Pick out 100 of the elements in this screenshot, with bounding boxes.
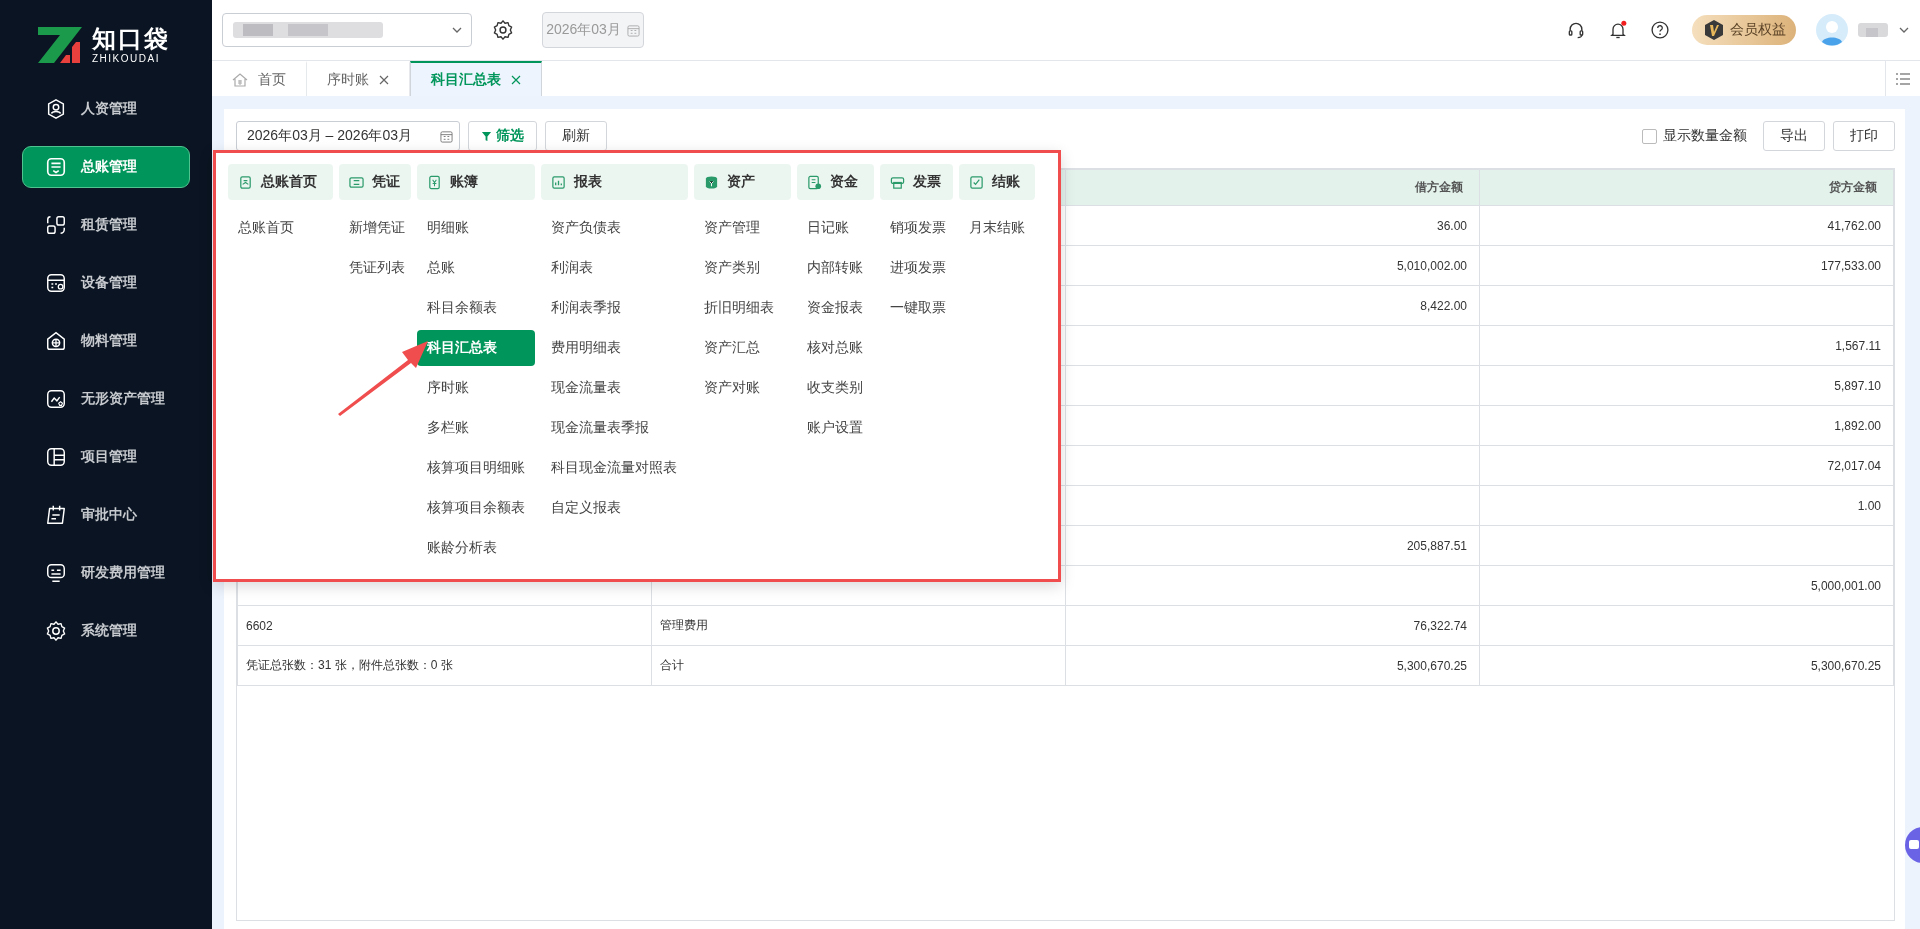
close-icon[interactable]	[379, 74, 389, 85]
menu-item[interactable]: 费用明细表	[541, 330, 688, 366]
menu-category: 资金	[797, 164, 874, 200]
menu-category: 账簿	[417, 164, 535, 200]
table-cell: 76,322.74	[1065, 605, 1480, 646]
menu-item[interactable]: 月末结账	[959, 210, 1035, 246]
sidebar-item[interactable]: 物料管理	[22, 320, 190, 362]
table-cell: 41,762.00	[1479, 205, 1894, 246]
book-icon	[427, 174, 442, 190]
menu-item[interactable]: 账龄分析表	[417, 530, 535, 566]
bell-icon[interactable]	[1608, 20, 1628, 40]
menu-item[interactable]: 日记账	[797, 210, 874, 246]
menu-category: 总账首页	[228, 164, 333, 200]
bar-chart-icon	[551, 174, 566, 190]
menu-item[interactable]: 账户设置	[797, 410, 874, 446]
menu-item[interactable]: 凭证列表	[339, 250, 411, 286]
sidebar-item[interactable]: 审批中心	[22, 494, 190, 536]
table-cell: 管理费用	[651, 605, 1066, 646]
menu-item[interactable]: 总账	[417, 250, 535, 286]
sidebar-item[interactable]: 租赁管理	[22, 204, 190, 246]
menu-item[interactable]: 核算项目余额表	[417, 490, 535, 526]
table-cell: 6602	[237, 605, 652, 646]
filter-button[interactable]: 筛选	[468, 121, 537, 151]
blurred-user-name	[1858, 20, 1888, 40]
menu-item[interactable]: 资产对账	[694, 370, 791, 406]
sidebar-item[interactable]: 设备管理	[22, 262, 190, 304]
sidebar-item[interactable]: 无形资产管理	[22, 378, 190, 420]
sidebar-item[interactable]: 研发费用管理	[22, 552, 190, 594]
menu-item[interactable]: 销项发票	[880, 210, 953, 246]
menu-item[interactable]: 利润表	[541, 250, 688, 286]
sidebar-item[interactable]: 总账管理	[22, 146, 190, 188]
checkbox[interactable]	[1642, 128, 1657, 144]
document-icon	[807, 174, 822, 190]
tab[interactable]: 首页	[212, 61, 307, 96]
table-cell: 1,567.11	[1479, 325, 1894, 366]
menu-item[interactable]: 资产汇总	[694, 330, 791, 366]
table-cell: 72,017.04	[1479, 445, 1894, 486]
menu-item[interactable]: 内部转账	[797, 250, 874, 286]
hexagon-v-icon	[1704, 19, 1724, 41]
device-icon	[45, 272, 67, 294]
menu-item[interactable]: 科目现金流量对照表	[541, 450, 688, 486]
menu-item[interactable]: 科目汇总表	[417, 330, 535, 366]
table-cell: 合计	[651, 645, 1066, 686]
menu-item[interactable]: 一键取票	[880, 290, 953, 326]
export-button[interactable]: 导出	[1763, 121, 1825, 151]
column-header: 贷方金额	[1479, 169, 1894, 206]
settings-icon[interactable]	[492, 19, 514, 41]
menu-item[interactable]: 资金报表	[797, 290, 874, 326]
home-icon	[232, 71, 248, 88]
menu-item[interactable]: 资产负债表	[541, 210, 688, 246]
menu-item[interactable]: 明细账	[417, 210, 535, 246]
print-button[interactable]: 打印	[1833, 121, 1895, 151]
close-icon[interactable]	[511, 74, 521, 85]
menu-item[interactable]: 核对总账	[797, 330, 874, 366]
menu-item[interactable]: 现金流量表	[541, 370, 688, 406]
table-cell: 36.00	[1065, 205, 1480, 246]
help-icon[interactable]	[1650, 20, 1670, 40]
table-cell: 5,300,670.25	[1065, 645, 1480, 686]
calendar-icon	[45, 504, 67, 526]
table-cell: 5,000,001.00	[1479, 565, 1894, 606]
menu-item[interactable]: 总账首页	[228, 210, 333, 246]
menu-item[interactable]: 科目余额表	[417, 290, 535, 326]
headset-icon[interactable]	[1566, 20, 1586, 40]
menu-item[interactable]: 资产管理	[694, 210, 791, 246]
table-cell: 177,533.00	[1479, 245, 1894, 286]
table-cell: 1.00	[1479, 485, 1894, 526]
menu-item[interactable]: 进项发票	[880, 250, 953, 286]
menu-item[interactable]: 核算项目明细账	[417, 450, 535, 486]
logo-name: 知口袋	[92, 25, 170, 53]
menu-item[interactable]: 序时账	[417, 370, 535, 406]
menu-item[interactable]: 多栏账	[417, 410, 535, 446]
checkbox-label: 显示数量金额	[1663, 127, 1747, 145]
member-benefits-button[interactable]: 会员权益	[1692, 15, 1796, 45]
sidebar-item[interactable]: 人资管理	[22, 88, 190, 130]
menu-item[interactable]: 折旧明细表	[694, 290, 791, 326]
table-cell: 凭证总张数：31 张，附件总张数：0 张	[237, 645, 652, 686]
box-icon	[45, 330, 67, 352]
menu-item[interactable]: 现金流量表季报	[541, 410, 688, 446]
menu-item[interactable]: 收支类别	[797, 370, 874, 406]
menu-category: 结账	[959, 164, 1035, 200]
refresh-button[interactable]: 刷新	[545, 121, 607, 151]
menu-item[interactable]: 新增凭证	[339, 210, 411, 246]
layout-icon	[45, 446, 67, 468]
avatar-icon[interactable]	[1816, 14, 1848, 46]
sidebar-item[interactable]: 系统管理	[22, 610, 190, 652]
table-cell: 1,892.00	[1479, 405, 1894, 446]
logo-icon	[38, 27, 82, 63]
table-cell: 5,300,670.25	[1479, 645, 1894, 686]
chat-icon[interactable]	[1904, 826, 1920, 864]
menu-item[interactable]: 自定义报表	[541, 490, 688, 526]
chart-icon	[45, 388, 67, 410]
table-cell: 5,010,002.00	[1065, 245, 1480, 286]
menu-item[interactable]: 利润表季报	[541, 290, 688, 326]
sidebar-item[interactable]: 项目管理	[22, 436, 190, 478]
menu-category: 资产	[694, 164, 791, 200]
menu-category: 凭证	[339, 164, 411, 200]
document-icon	[238, 174, 253, 190]
calendar-icon	[626, 23, 640, 37]
ledger-icon	[45, 156, 67, 178]
menu-item[interactable]: 资产类别	[694, 250, 791, 286]
